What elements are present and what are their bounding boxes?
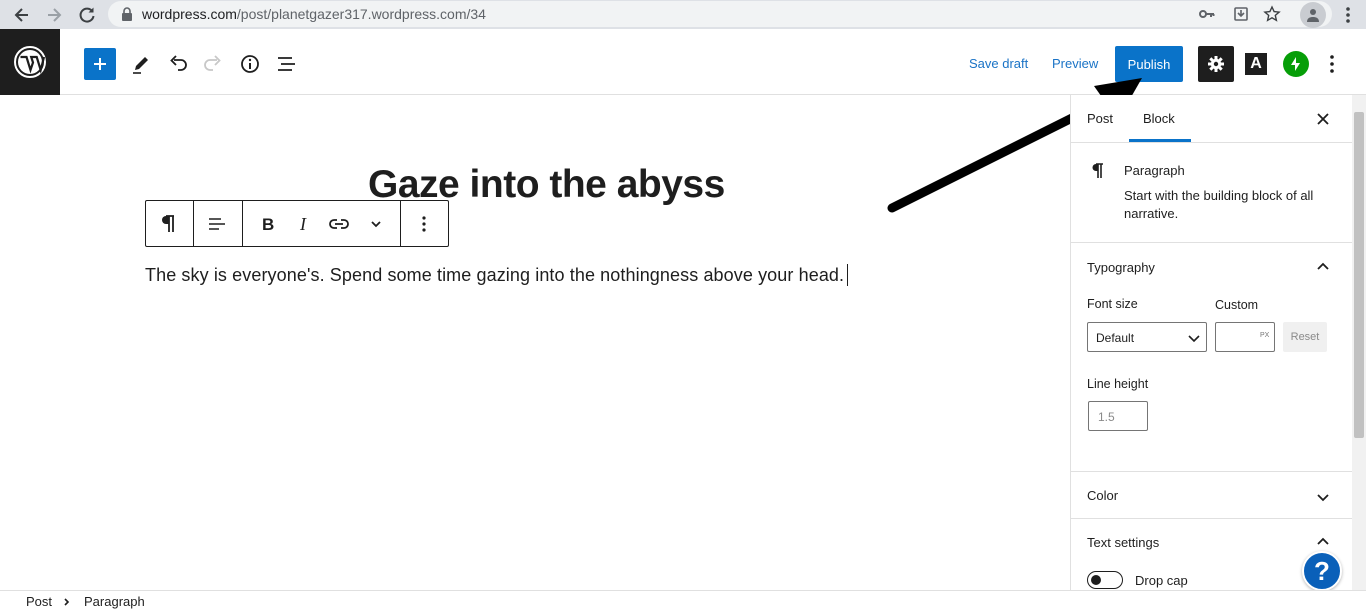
paragraph-text: The sky is everyone's. Spend some time g… (145, 265, 845, 285)
jetpack-bolt-icon (1291, 57, 1300, 71)
undo-icon[interactable] (166, 52, 190, 76)
info-icon[interactable] (238, 52, 262, 76)
divider (1071, 242, 1352, 243)
line-height-label: Line height (1087, 377, 1149, 391)
line-height-input[interactable]: 1.5 (1088, 401, 1148, 431)
svg-text:I: I (299, 214, 307, 234)
gear-icon (1208, 56, 1224, 72)
pencil-icon[interactable] (129, 52, 153, 76)
breadcrumb: Post Paragraph (0, 590, 1366, 611)
toolbar-divider (193, 201, 194, 246)
settings-sidebar: Post Block Paragraph Start with the buil… (1070, 95, 1352, 590)
address-bar[interactable]: wordpress.com/post/planetgazer317.wordpr… (108, 1, 1332, 27)
redo-icon[interactable] (201, 52, 225, 76)
tab-block[interactable]: Block (1143, 111, 1175, 126)
save-draft-button[interactable]: Save draft (969, 56, 1028, 71)
toolbar-divider (242, 201, 243, 246)
reload-icon[interactable] (77, 5, 97, 25)
block-toolbar: B I (145, 200, 449, 247)
drop-cap-label: Drop cap (1135, 573, 1188, 588)
browser-toolbar: wordpress.com/post/planetgazer317.wordpr… (0, 0, 1366, 29)
paragraph-block[interactable]: The sky is everyone's. Spend some time g… (145, 264, 849, 286)
typography-panel-toggle[interactable]: Typography (1087, 260, 1155, 275)
forward-icon[interactable] (44, 5, 64, 25)
chevron-down-icon (1188, 335, 1200, 343)
list-view-icon[interactable] (274, 52, 298, 76)
link-icon[interactable] (327, 212, 351, 236)
block-options-icon[interactable] (412, 212, 436, 236)
block-description-line1: Start with the building block of all (1124, 188, 1314, 203)
chevron-up-icon[interactable] (1315, 259, 1331, 275)
close-icon[interactable] (1315, 111, 1331, 127)
paragraph-icon[interactable] (156, 212, 180, 236)
url-text[interactable]: wordpress.com/post/planetgazer317.wordpr… (142, 6, 486, 22)
bold-icon[interactable]: B (255, 212, 279, 236)
chevron-down-icon[interactable] (1315, 489, 1331, 505)
wordpress-logo-button[interactable] (0, 29, 60, 95)
font-size-label: Font size (1087, 297, 1138, 311)
editor-header: Save draft Preview Publish A (0, 29, 1366, 95)
color-panel-toggle[interactable]: Color (1087, 488, 1118, 503)
add-block-button[interactable] (84, 48, 116, 80)
preview-button[interactable]: Preview (1052, 56, 1098, 71)
divider (1071, 471, 1352, 472)
font-size-value: Default (1096, 331, 1135, 345)
help-button[interactable]: ? (1302, 551, 1342, 591)
breadcrumb-item-paragraph[interactable]: Paragraph (84, 594, 145, 609)
font-size-select[interactable]: Default (1087, 322, 1207, 352)
typography-a-button[interactable]: A (1245, 53, 1267, 75)
text-caret (847, 264, 849, 286)
profile-avatar[interactable] (1300, 2, 1326, 28)
key-icon[interactable] (1198, 5, 1216, 23)
install-icon[interactable] (1232, 5, 1250, 23)
block-description-line2: narrative. (1124, 206, 1179, 221)
reset-button[interactable]: Reset (1283, 322, 1327, 352)
text-settings-panel-toggle[interactable]: Text settings (1087, 535, 1159, 550)
settings-button[interactable] (1198, 46, 1234, 82)
bookmark-star-icon[interactable] (1263, 5, 1281, 23)
url-domain: wordpress.com (142, 6, 237, 22)
chevron-right-icon (64, 598, 70, 606)
align-left-icon[interactable] (205, 212, 229, 236)
sidebar-scrollbar-thumb[interactable] (1354, 112, 1364, 438)
more-options-icon[interactable] (1320, 52, 1344, 76)
back-icon[interactable] (12, 5, 32, 25)
url-path: /post/planetgazer317.wordpress.com/34 (236, 6, 486, 22)
plus-icon (94, 58, 106, 70)
svg-text:B: B (262, 215, 274, 234)
custom-font-size-input[interactable]: PX (1215, 322, 1275, 352)
divider (1071, 142, 1352, 143)
toolbar-divider (400, 201, 401, 246)
browser-menu-icon[interactable] (1345, 6, 1351, 24)
person-icon (1307, 9, 1319, 22)
tab-post[interactable]: Post (1087, 111, 1113, 126)
wordpress-logo-icon (14, 46, 46, 78)
lock-icon[interactable] (118, 5, 136, 23)
chevron-down-icon[interactable] (364, 212, 388, 236)
toggle-knob (1091, 575, 1101, 585)
divider (1071, 518, 1352, 519)
italic-icon[interactable]: I (291, 212, 315, 236)
unit-label: PX (1260, 332, 1270, 339)
breadcrumb-item-post[interactable]: Post (26, 594, 52, 609)
jetpack-button[interactable] (1283, 51, 1309, 77)
drop-cap-toggle[interactable] (1087, 571, 1123, 589)
chevron-up-icon[interactable] (1315, 534, 1331, 550)
paragraph-icon (1092, 163, 1103, 178)
custom-label: Custom (1215, 298, 1259, 312)
block-name: Paragraph (1124, 163, 1185, 178)
